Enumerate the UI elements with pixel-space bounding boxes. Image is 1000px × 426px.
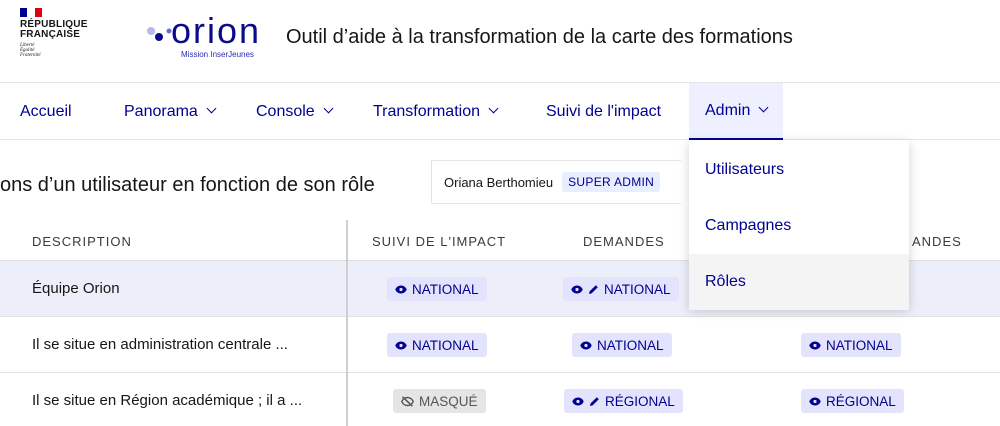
orion-logo[interactable]: orion Mission InserJeunes — [143, 11, 283, 61]
column-separator — [346, 220, 348, 426]
french-flag-icon — [20, 8, 42, 17]
table-row[interactable]: Il se situe en Région académique ; il a … — [0, 373, 1000, 426]
motto-line: Fraternité — [20, 53, 41, 58]
permission-badge: NATIONAL — [801, 333, 901, 357]
motto: Liberté Égalité Fraternité — [20, 43, 100, 58]
badge-label: NATIONAL — [412, 337, 479, 353]
nav-label: Transformation — [373, 103, 480, 120]
nav-label: Suivi de l'impact — [546, 103, 662, 120]
admin-dropdown-menu: Utilisateurs Campagnes Rôles — [689, 140, 909, 310]
nav-label: Accueil — [20, 103, 72, 120]
column-header-demandes-2: ANDES — [912, 234, 962, 249]
orion-subtitle: Mission InserJeunes — [181, 50, 254, 59]
header: RÉPUBLIQUE FRANÇAISE Liberté Égalité Fra… — [0, 0, 1000, 83]
chevron-down-icon — [206, 103, 217, 114]
menu-item-roles[interactable]: Rôles — [689, 254, 909, 310]
permission-badge: NATIONAL — [387, 333, 487, 357]
eye-icon — [580, 341, 592, 349]
page-title: ons d’un utilisateur en fonction de son … — [0, 174, 375, 196]
role-badge: SUPER ADMIN — [562, 172, 661, 192]
nav-label: Console — [256, 103, 315, 120]
menu-item-utilisateurs[interactable]: Utilisateurs — [689, 142, 909, 198]
pencil-icon — [589, 284, 598, 294]
permission-badge: RÉGIONAL — [564, 389, 683, 413]
nav-label: Admin — [705, 102, 751, 119]
table-row[interactable]: Il se situe en administration centrale .… — [0, 317, 1000, 373]
republic-line-2: FRANÇAISE — [20, 29, 81, 40]
row-description: Équipe Orion — [32, 280, 120, 297]
permission-badge: NATIONAL — [563, 277, 679, 301]
menu-item-campagnes[interactable]: Campagnes — [689, 198, 909, 254]
nav-item-admin[interactable]: Admin — [689, 83, 784, 140]
pencil-icon — [590, 396, 599, 406]
orion-wordmark: orion — [171, 10, 262, 51]
user-chip: Oriana Berthomieu SUPER ADMIN — [431, 160, 681, 204]
column-header-suivi-impact: SUIVI DE L'IMPACT — [372, 234, 507, 249]
row-description: Il se situe en administration centrale .… — [32, 336, 288, 353]
eye-icon — [572, 397, 584, 405]
row-description: Il se situe en Région académique ; il a … — [32, 392, 303, 409]
badge-label: NATIONAL — [412, 281, 479, 297]
eye-icon — [571, 285, 583, 293]
badge-label: NATIONAL — [826, 337, 893, 353]
permission-badge: RÉGIONAL — [801, 389, 904, 413]
badge-label: MASQUÉ — [419, 393, 478, 409]
eye-off-icon — [401, 395, 414, 407]
user-name: Oriana Berthomieu — [444, 174, 554, 190]
eye-icon — [809, 341, 821, 349]
badge-label: RÉGIONAL — [826, 393, 896, 409]
eye-icon — [809, 397, 821, 405]
republique-francaise-logo[interactable]: RÉPUBLIQUE FRANÇAISE Liberté Égalité Fra… — [20, 8, 100, 70]
orion-dots-icon — [147, 27, 172, 41]
app-title: Outil d’aide à la transformation de la c… — [286, 26, 793, 48]
nav-item-suivi-impact[interactable]: Suivi de l'impact — [546, 83, 661, 140]
chevron-down-icon — [323, 103, 334, 114]
nav-item-accueil[interactable]: Accueil — [20, 83, 72, 140]
badge-label: RÉGIONAL — [605, 393, 675, 409]
chevron-down-icon — [488, 103, 499, 114]
eye-icon — [395, 285, 407, 293]
nav-label: Panorama — [124, 103, 198, 120]
nav-item-console[interactable]: Console — [256, 83, 334, 140]
nav-item-transformation[interactable]: Transformation — [373, 83, 499, 140]
column-header-demandes: DEMANDES — [583, 234, 665, 249]
badge-label: NATIONAL — [597, 337, 664, 353]
badge-label: NATIONAL — [604, 281, 671, 297]
eye-icon — [395, 341, 407, 349]
main-nav: Accueil Panorama Console Transformation … — [0, 83, 1000, 140]
chevron-down-icon — [758, 102, 769, 113]
column-header-description: DESCRIPTION — [32, 234, 132, 249]
permission-badge: NATIONAL — [572, 333, 672, 357]
permission-badge: NATIONAL — [387, 277, 487, 301]
nav-item-panorama[interactable]: Panorama — [124, 83, 217, 140]
permission-badge: MASQUÉ — [393, 389, 486, 413]
